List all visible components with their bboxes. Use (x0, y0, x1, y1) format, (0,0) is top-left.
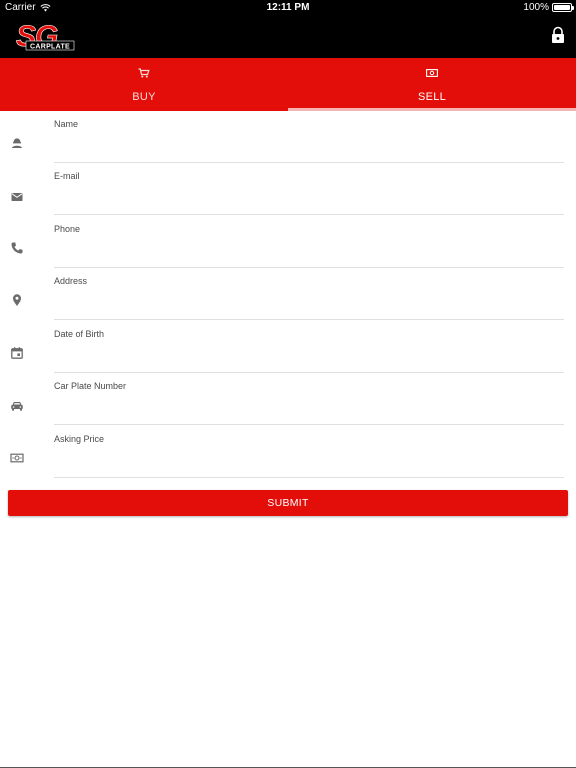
phone-input[interactable] (54, 236, 564, 261)
address-field-group: Address (0, 268, 576, 320)
dob-label: Date of Birth (54, 329, 105, 339)
dob-input[interactable] (54, 341, 564, 366)
status-time: 12:11 PM (266, 2, 310, 13)
person-icon (12, 138, 22, 148)
phone-label: Phone (54, 224, 81, 234)
lock-icon[interactable] (550, 26, 566, 44)
money-icon (10, 453, 24, 463)
money-icon (426, 69, 438, 77)
asking-price-input[interactable] (54, 446, 564, 471)
cart-icon (138, 68, 150, 78)
tab-buy[interactable]: BUY (0, 58, 288, 111)
app-bar: SG CARPLATE (0, 16, 576, 58)
logo-text-carplate: CARPLATE (30, 44, 70, 51)
email-label: E-mail (54, 171, 80, 181)
address-input[interactable] (54, 288, 564, 313)
tab-sell[interactable]: SELL (288, 58, 576, 111)
asking-price-underline (54, 477, 564, 478)
asking-price-label: Asking Price (54, 434, 105, 444)
address-underline (54, 319, 564, 320)
tab-sell-label: SELL (417, 91, 447, 103)
email-input[interactable] (54, 183, 564, 208)
name-input[interactable] (54, 131, 564, 156)
name-label: Name (54, 119, 79, 129)
dob-field-group: Date of Birth (0, 321, 576, 373)
email-field-group: E-mail (0, 163, 576, 215)
car-plate-field-group: Car Plate Number (0, 373, 576, 425)
phone-icon (11, 242, 23, 254)
submit-button[interactable]: SUBMIT (8, 490, 568, 516)
name-field-group: Name (0, 111, 576, 163)
car-icon (11, 402, 23, 411)
asking-price-field-group: Asking Price (0, 426, 576, 478)
car-plate-underline (54, 424, 564, 425)
car-plate-input[interactable] (54, 393, 564, 418)
status-bar: Carrier 12:11 PM 100% (0, 0, 576, 16)
envelope-icon (11, 193, 23, 201)
sg-carplate-logo: SG CARPLATE (16, 21, 75, 53)
tab-bar: BUY SELL (0, 58, 576, 111)
car-plate-label: Car Plate Number (54, 381, 127, 391)
battery-percent: 100% (523, 2, 549, 13)
calendar-icon (11, 347, 23, 359)
tab-buy-label: BUY (132, 91, 156, 103)
email-underline (54, 214, 564, 215)
address-label: Address (54, 276, 88, 286)
status-right: 100% (523, 2, 574, 13)
battery-icon (552, 3, 574, 12)
phone-field-group: Phone (0, 216, 576, 268)
location-pin-icon (13, 294, 21, 306)
